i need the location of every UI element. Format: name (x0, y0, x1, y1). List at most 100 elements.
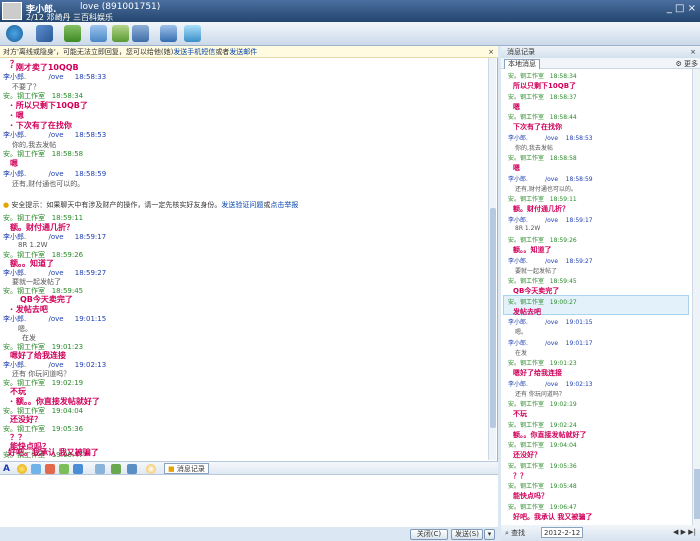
plus-icon[interactable] (64, 25, 81, 42)
history-footer: ⌕ 查找 2012-2-12 ◀ ▶ ▶| (501, 525, 700, 541)
history-entry-header: 李小郎. /ove 19:02:13 (508, 380, 593, 388)
message-line: 嗯 (10, 159, 18, 168)
arrows-icon[interactable] (160, 25, 177, 42)
history-entry-text: 还没好？ (513, 451, 541, 459)
close-icon[interactable]: × (690, 46, 696, 58)
contact-id: love (891001751) (80, 2, 161, 12)
toolbar (0, 22, 700, 46)
history-entry-header: 安。钢工作室 19:04:04 (508, 442, 577, 449)
history-entry-header: 李小郎. /ove 19:01:15 (508, 319, 593, 326)
edit-icon[interactable] (112, 25, 129, 42)
warning-text: 安全提示：如果聊天中有涉及财产的操作，请一定先核实好友身份。 (11, 201, 222, 209)
history-entry-header: 安。钢工作室 18:58:58 (508, 155, 577, 162)
history-entry-text: 嗯。 (515, 329, 528, 336)
security-warning: ● 安全提示：如果聊天中有涉及财产的操作，请一定先核实好友身份。发送验证问题或点… (3, 200, 488, 210)
history-entry-text: 发帖去吧 (513, 307, 541, 316)
gear-icon: ⚙ (675, 60, 682, 68)
history-entry-header: 安。钢工作室 19:06:47 (508, 503, 577, 511)
input-statusbar: 关闭(C) 发送(S) ▾ (0, 527, 498, 541)
message-history-button[interactable]: ■ 消息记录 (164, 463, 209, 474)
history-entry-text: 不玩 (513, 410, 527, 418)
page-navigation[interactable]: ◀ ▶ ▶| (673, 528, 696, 536)
magic-icon[interactable] (31, 464, 41, 474)
send-button[interactable]: 发送(S) (451, 529, 483, 540)
report-link[interactable]: 点击举报 (270, 201, 298, 209)
history-entry-header: 安。钢工作室 19:00:27 (508, 298, 577, 306)
app-icon[interactable] (127, 464, 137, 474)
music-icon[interactable] (73, 464, 83, 474)
verify-link[interactable]: 发送验证问题 (221, 201, 263, 209)
history-list: 安。钢工作室 18:58:34 所以只剩下10QB了 安。钢工作室 18:58:37… (501, 69, 691, 525)
message-line: 8R 1.2W (18, 241, 48, 249)
history-entry-header: 李小郎. /ove 18:59:27 (508, 257, 593, 265)
mail-icon[interactable] (90, 25, 107, 42)
message-header: 李小郎. /ove 18:58:33 (3, 73, 107, 81)
close-button[interactable]: 关闭(C) (410, 529, 448, 540)
list-icon[interactable] (132, 25, 149, 42)
sms-link[interactable]: 发送手机短信 (173, 48, 215, 56)
warning-icon: ● (3, 201, 10, 209)
history-entry-text: 要就一起发帖了 (515, 267, 558, 275)
history-entry-header: 李小郎. /ove 18:59:17 (508, 216, 593, 224)
history-entry-text: 8R 1.2W (515, 224, 541, 232)
send-options-button[interactable]: ▾ (484, 529, 495, 540)
notice-text: 对方'离线或隐身'，可能无法立即回复，您可以给他(她) (3, 48, 174, 56)
image-icon[interactable] (59, 464, 69, 474)
history-entry-text: ？？ (513, 471, 527, 480)
message-line: 好吧。我承认 我又被骗了 (8, 448, 99, 457)
history-entry-header: 安。钢工作室 19:05:36 (508, 462, 577, 470)
close-icon[interactable]: × (488, 46, 494, 57)
chat-scrollbar[interactable] (488, 58, 496, 460)
history-entry-header: 安。钢工作室 19:02:24 (508, 421, 577, 429)
date-selector[interactable]: 2012-2-12 (541, 527, 584, 538)
history-entry-header: 安。钢工作室 18:59:26 (508, 237, 577, 244)
scrollbar-thumb[interactable] (694, 469, 700, 519)
history-entry-text: 你的,我去发帖 (515, 144, 553, 152)
history-tabs: 本地消息 ⚙ 更多 (501, 58, 700, 69)
chat-panel: 对方'离线或隐身'，可能无法立即回复，您可以给他(她)发送手机短信或者发送邮件 … (0, 46, 498, 541)
history-entry-text: 额。。你直接发帖就好了 (513, 430, 587, 439)
find-button[interactable]: ⌕ 查找 (505, 528, 525, 538)
history-entry-header: 安。钢工作室 19:01:23 (508, 360, 577, 367)
history-entry-header: 安。钢工作室 18:58:34 (508, 73, 577, 80)
message-header: 李小郎. /ove 18:58:53 (3, 131, 107, 139)
gift-icon[interactable] (45, 464, 55, 474)
message-line: 还有,财付通也可以的。 (12, 180, 85, 188)
history-entry-header: 安。钢工作室 18:58:37 (508, 93, 577, 101)
history-entry-text: 还有,财付通也可以的。 (515, 185, 577, 193)
notice-or: 或者 (215, 48, 230, 56)
screenshot-icon[interactable] (95, 464, 105, 474)
history-entry-text: 所以只剩下10QB了 (513, 82, 577, 90)
window-controls[interactable]: _ □ × (667, 3, 696, 14)
history-entry-text: 嗯好了给我连接 (513, 369, 562, 377)
qq-icon[interactable] (6, 25, 23, 42)
title-bar: 李小郎. love (891001751) 2/12 邓崎丹 三百科娱乐 _ □… (0, 0, 700, 22)
chat-transcript: ？ · 刚才卖了10QQB 李小郎. /ove 18:58:33 不要了？ 安。… (0, 58, 488, 460)
history-entry-text: 能快点吗？ (513, 492, 548, 500)
scrollbar-thumb[interactable] (490, 208, 496, 428)
tab-local-messages[interactable]: 本地消息 (504, 59, 540, 69)
history-entry-header: 李小郎. /ove 19:01:17 (508, 339, 593, 347)
photo-icon[interactable] (111, 464, 121, 474)
input-toolbar: A ■ 消息记录 (0, 461, 498, 475)
pen-icon[interactable] (36, 25, 53, 42)
history-entry-header: 安。钢工作室 18:59:45 (508, 278, 577, 285)
history-scrollbar[interactable] (692, 69, 700, 525)
history-entry-text: 嗯 (513, 164, 520, 172)
message-header: 李小郎. /ove 19:01:15 (3, 315, 107, 323)
clock-icon[interactable] (146, 464, 156, 474)
history-entry-header: 安。钢工作室 19:05:48 (508, 483, 577, 490)
history-entry-text: 下次有了在找你 (513, 123, 562, 131)
avatar[interactable] (2, 2, 22, 20)
history-entry-header: 安。钢工作室 18:58:44 (508, 114, 577, 121)
message-header: 李小郎. /ove 18:58:59 (3, 170, 107, 178)
message-input[interactable] (0, 475, 498, 527)
history-entry-text: 嗯 (513, 102, 520, 111)
share-icon[interactable] (184, 25, 201, 42)
history-entry-text: 额。财付通几折？ (513, 205, 569, 213)
font-icon[interactable]: A (3, 464, 13, 474)
more-button[interactable]: ⚙ 更多 (675, 59, 698, 69)
email-link[interactable]: 发送邮件 (229, 48, 257, 56)
history-entry-text: 额。。知道了 (513, 246, 552, 254)
emoji-icon[interactable] (17, 464, 27, 474)
